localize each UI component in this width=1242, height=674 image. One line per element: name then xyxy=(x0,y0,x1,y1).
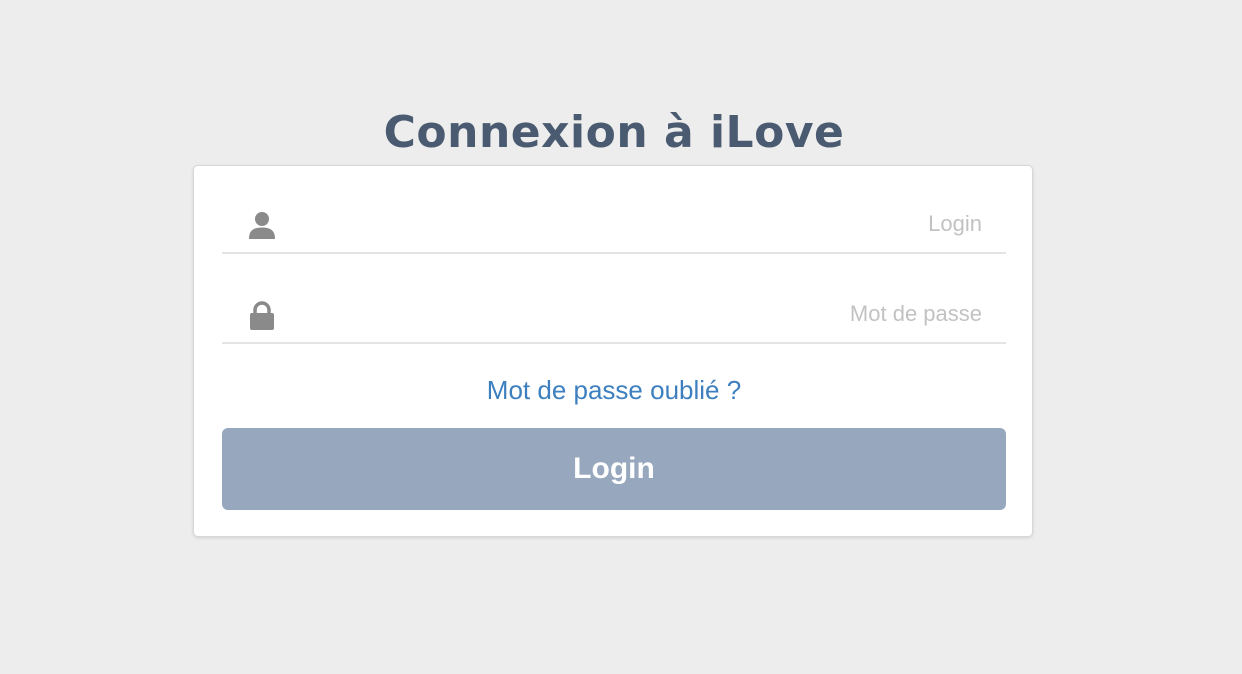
login-card: Mot de passe oublié ? Login xyxy=(193,165,1033,537)
user-icon xyxy=(247,210,277,240)
page-title: Connexion à iLove xyxy=(383,107,845,159)
lock-icon xyxy=(247,300,277,330)
password-field-row xyxy=(222,290,1006,344)
login-button[interactable]: Login xyxy=(222,428,1006,510)
password-input[interactable] xyxy=(292,290,982,338)
login-field-row xyxy=(222,200,1006,254)
forgot-password-link[interactable]: Mot de passe oublié ? xyxy=(194,373,1034,407)
login-input[interactable] xyxy=(292,200,982,248)
